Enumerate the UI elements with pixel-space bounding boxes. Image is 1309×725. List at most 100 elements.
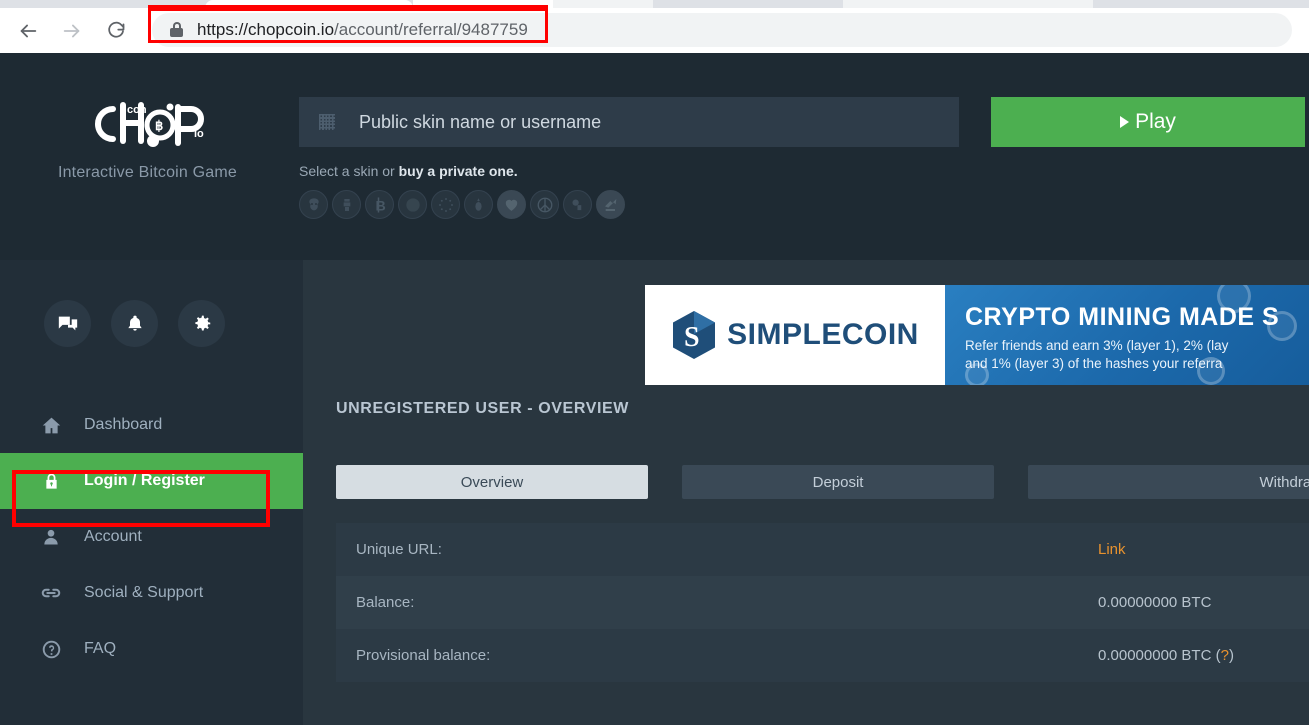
simplecoin-logo-icon: S bbox=[671, 310, 717, 360]
provisional-balance-value: 0.00000000 BTC bbox=[1098, 647, 1212, 664]
eu-flag-skin-icon[interactable] bbox=[431, 190, 460, 219]
play-triangle-icon bbox=[1120, 116, 1130, 128]
sidebar-item-social-support[interactable]: Social & Support bbox=[0, 565, 303, 621]
sidebar-item-login-register[interactable]: Login / Register bbox=[0, 453, 303, 509]
sidebar-item-faq[interactable]: FAQ bbox=[0, 621, 303, 677]
play-button[interactable]: Play bbox=[991, 97, 1305, 147]
banner-brand-text: SIMPLECOIN bbox=[727, 318, 919, 351]
row-value: 0.00000000 BTC bbox=[1098, 594, 1212, 611]
sheep-skin-icon[interactable] bbox=[563, 190, 592, 219]
row-label: Provisional balance: bbox=[356, 647, 491, 664]
lock-icon bbox=[38, 471, 64, 492]
skin-hint-prefix: Select a skin or bbox=[299, 163, 399, 179]
table-row: Provisional balance: 0.00000000 BTC (?) bbox=[336, 629, 1309, 682]
sidebar-item-label: Login / Register bbox=[84, 472, 205, 489]
tab-overview[interactable]: Overview bbox=[336, 465, 649, 499]
site-logo-block[interactable]: con ฿ io Interactive Bitcoin Game bbox=[0, 53, 295, 260]
link-icon bbox=[38, 582, 64, 604]
tab-label: Overview bbox=[460, 473, 524, 491]
sidebar: Dashboard Login / Register Account Socia… bbox=[0, 260, 303, 725]
person-icon bbox=[38, 527, 64, 547]
notifications-bell-icon[interactable] bbox=[111, 300, 158, 347]
account-tabs: Overview Deposit Withdraw bbox=[336, 465, 1309, 499]
skin-hint: Select a skin or buy a private one. bbox=[299, 163, 959, 179]
grid-icon bbox=[319, 114, 335, 130]
cannabis-skin-icon[interactable] bbox=[398, 190, 427, 219]
browser-tab[interactable] bbox=[653, 0, 843, 8]
sidebar-item-dashboard[interactable]: Dashboard bbox=[0, 397, 303, 453]
help-question-icon[interactable]: ? bbox=[1221, 647, 1229, 664]
skin-selector-area: Public skin name or username Select a sk… bbox=[299, 97, 959, 219]
home-icon bbox=[38, 415, 64, 436]
unicorn-skin-icon[interactable] bbox=[596, 190, 625, 219]
table-row: Balance: 0.00000000 BTC bbox=[336, 576, 1309, 629]
sidebar-tool-row bbox=[0, 260, 303, 347]
chopcoin-logo-icon: con ฿ io bbox=[83, 95, 213, 150]
sidebar-item-label: FAQ bbox=[84, 640, 117, 657]
site-tagline: Interactive Bitcoin Game bbox=[57, 164, 238, 181]
sidebar-nav: Dashboard Login / Register Account Socia… bbox=[0, 397, 303, 677]
anonymous-mask-skin-icon[interactable] bbox=[299, 190, 328, 219]
svg-text:฿: ฿ bbox=[155, 118, 163, 133]
skin-name-input[interactable]: Public skin name or username bbox=[299, 97, 959, 147]
settings-gear-icon[interactable] bbox=[178, 300, 225, 347]
row-label: Balance: bbox=[356, 594, 415, 611]
url-path: /account/referral/9487759 bbox=[334, 19, 528, 39]
browser-toolbar: https://chopcoin.io/account/referral/948… bbox=[0, 8, 1309, 53]
overview-detail-list: Unique URL: Link Balance: 0.00000000 BTC… bbox=[336, 523, 1309, 682]
browser-tab-strip bbox=[0, 0, 1309, 9]
question-circle-icon bbox=[38, 639, 64, 660]
row-value: Link bbox=[1098, 541, 1126, 558]
sidebar-item-label: Social & Support bbox=[84, 584, 204, 601]
tab-label: Withdraw bbox=[1259, 473, 1309, 491]
play-button-label: Play bbox=[1135, 110, 1176, 133]
row-value: 0.00000000 BTC (?) bbox=[1098, 647, 1234, 664]
banner-subline-1: Refer friends and earn 3% (layer 1), 2% … bbox=[965, 338, 1229, 353]
back-arrow-icon[interactable] bbox=[10, 13, 46, 49]
buy-private-skin-link[interactable]: buy a private one. bbox=[399, 163, 518, 179]
url-text: https://chopcoin.io/account/referral/948… bbox=[197, 20, 528, 40]
unique-url-link[interactable]: Link bbox=[1098, 541, 1126, 558]
reload-icon[interactable] bbox=[98, 13, 134, 49]
main-content: S SIMPLECOIN CRYPTO MINING MADE S Refer … bbox=[303, 260, 1309, 725]
bitcoin-skin-icon[interactable]: B bbox=[365, 190, 394, 219]
address-bar[interactable]: https://chopcoin.io/account/referral/948… bbox=[152, 12, 1292, 47]
page-title: UNREGISTERED USER - OVERVIEW bbox=[336, 400, 629, 417]
forward-arrow-icon[interactable] bbox=[54, 13, 90, 49]
tab-deposit[interactable]: Deposit bbox=[682, 465, 995, 499]
browser-tab[interactable] bbox=[843, 0, 1093, 8]
url-domain: https://chopcoin.io bbox=[197, 19, 335, 39]
sidebar-item-account[interactable]: Account bbox=[0, 509, 303, 565]
sidebar-item-label: Dashboard bbox=[84, 416, 163, 433]
peace-skin-icon[interactable] bbox=[530, 190, 559, 219]
tab-withdraw[interactable]: Withdraw bbox=[1028, 465, 1309, 499]
skin-input-placeholder: Public skin name or username bbox=[359, 111, 602, 132]
banner-headline: CRYPTO MINING MADE S bbox=[965, 303, 1280, 331]
svg-text:con: con bbox=[127, 104, 147, 116]
table-row: Unique URL: Link bbox=[336, 523, 1309, 576]
doge-skin-icon[interactable] bbox=[332, 190, 361, 219]
omnibox-wrapper: https://chopcoin.io/account/referral/948… bbox=[152, 12, 1309, 49]
sidebar-item-label: Account bbox=[84, 528, 142, 545]
advertisement-banner[interactable]: S SIMPLECOIN CRYPTO MINING MADE S Refer … bbox=[645, 285, 1309, 385]
banner-message-block: CRYPTO MINING MADE S Refer friends and e… bbox=[945, 285, 1309, 385]
row-label: Unique URL: bbox=[356, 541, 442, 558]
browser-tab[interactable] bbox=[553, 0, 653, 8]
banner-subline: Refer friends and earn 3% (layer 1), 2% … bbox=[965, 337, 1309, 373]
svg-text:io: io bbox=[194, 128, 204, 140]
tab-label: Deposit bbox=[812, 473, 864, 491]
banner-brand-block: S SIMPLECOIN bbox=[645, 285, 945, 385]
browser-tab[interactable] bbox=[1093, 0, 1309, 8]
banner-subline-2: and 1% (layer 3) of the hashes your refe… bbox=[965, 356, 1223, 372]
decorative-coin bbox=[965, 363, 989, 385]
site-header: con ฿ io Interactive Bitcoin Game Public… bbox=[0, 53, 1309, 260]
pineapple-skin-icon[interactable] bbox=[464, 190, 493, 219]
svg-text:S: S bbox=[684, 322, 700, 353]
svg-text:B: B bbox=[375, 198, 385, 214]
chat-icon[interactable] bbox=[44, 300, 91, 347]
decorative-coin bbox=[1197, 357, 1225, 385]
decorative-coin bbox=[1267, 311, 1297, 341]
heart-skin-icon[interactable] bbox=[497, 190, 526, 219]
skin-list: B bbox=[299, 190, 959, 219]
lock-icon bbox=[170, 22, 183, 37]
